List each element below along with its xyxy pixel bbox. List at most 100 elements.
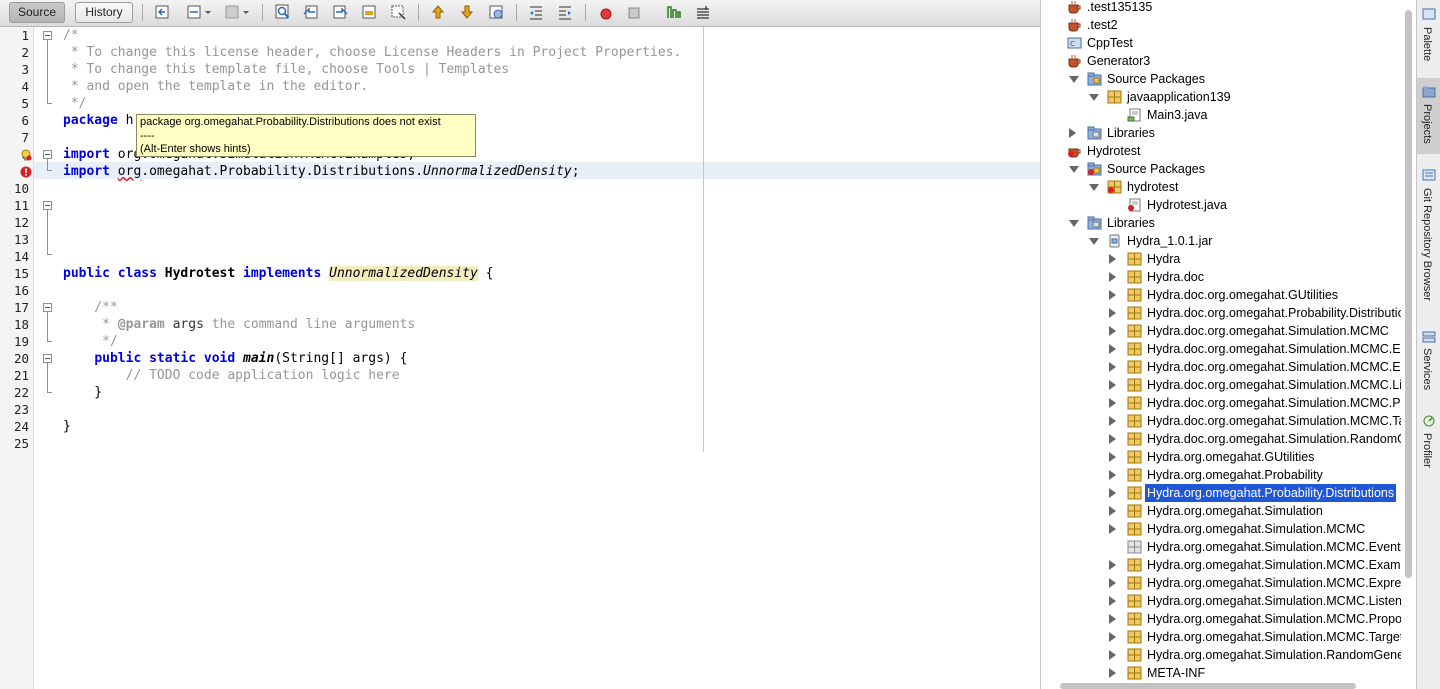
back-dropdown-icon[interactable] — [203, 3, 213, 21]
tree-node[interactable]: Main3.java — [1041, 106, 1401, 124]
toggle-bookmark-icon[interactable] — [487, 3, 505, 21]
expand-arrow-icon[interactable] — [1109, 362, 1116, 372]
code-line-9[interactable]: import org.omegahat.Probability.Distribu… — [63, 163, 580, 180]
expand-arrow-icon[interactable] — [1109, 578, 1116, 588]
profiler-side-tab[interactable]: Profiler — [1417, 412, 1440, 476]
tree-node[interactable]: Libraries — [1041, 124, 1401, 142]
projects-vertical-scrollbar[interactable] — [1402, 0, 1416, 689]
tree-node[interactable]: Hydra.org.omegahat.Simulation.MCMC — [1041, 520, 1401, 538]
tree-node[interactable]: Hydra.org.omegahat.Simulation.RandomGene… — [1041, 646, 1401, 664]
expand-arrow-icon[interactable] — [1109, 272, 1116, 282]
tree-node[interactable]: Source Packages — [1041, 160, 1401, 178]
tree-node[interactable]: Hydra.org.omegahat.Simulation — [1041, 502, 1401, 520]
code-line-22[interactable]: } — [63, 384, 102, 401]
history-tab-button[interactable]: History — [75, 2, 133, 23]
expand-arrow-icon[interactable] — [1109, 488, 1116, 498]
code-line-21[interactable]: // TODO code application logic here — [63, 367, 400, 384]
git-repository-browser-side-tab[interactable]: Git Repository Browser — [1417, 163, 1440, 311]
tree-node[interactable]: Libraries — [1041, 214, 1401, 232]
code-line-15[interactable]: public class Hydrotest implements Unnorm… — [63, 265, 494, 282]
stop-macro-icon[interactable] — [625, 3, 643, 21]
code-line-4[interactable]: * and open the template in the editor. — [63, 78, 368, 95]
services-side-tab[interactable]: Services — [1417, 326, 1440, 398]
expand-arrow-icon[interactable] — [1109, 308, 1116, 318]
tree-node[interactable]: Hydra.doc.org.omegahat.Simulation.MCMC.L… — [1041, 376, 1401, 394]
tree-node[interactable]: .test135135 — [1041, 0, 1401, 16]
tree-node[interactable]: Hydra.org.omegahat.Simulation.MCMC.Targe… — [1041, 628, 1401, 646]
tree-node[interactable]: Hydra.org.omegahat.Simulation.MCMC.Propo… — [1041, 610, 1401, 628]
tree-node[interactable]: Hydra.doc.org.omegahat.Probability.Distr… — [1041, 304, 1401, 322]
scrollbar-thumb[interactable] — [1405, 10, 1412, 578]
collapse-arrow-icon[interactable] — [1089, 184, 1099, 191]
tree-node[interactable]: Hydra.doc.org.omegahat.Simulation.MCMC — [1041, 322, 1401, 340]
diff-icon[interactable] — [694, 3, 712, 21]
find-icon[interactable] — [274, 3, 292, 21]
palette-side-tab[interactable]: Palette — [1417, 0, 1440, 70]
collapse-arrow-icon[interactable] — [1069, 220, 1079, 227]
back-icon[interactable] — [185, 3, 203, 21]
previous-bookmark-icon[interactable] — [429, 3, 447, 21]
tree-node[interactable]: Hydra.doc.org.omegahat.Simulation.MCMC.E… — [1041, 358, 1401, 376]
projects-panel[interactable]: .test135135 .test2 C CppTest Generator3 Sourc… — [1040, 0, 1401, 689]
expand-arrow-icon[interactable] — [1109, 668, 1116, 678]
tree-node[interactable]: Hydrotest — [1041, 142, 1401, 160]
code-line-1[interactable]: /* — [63, 27, 79, 44]
expand-arrow-icon[interactable] — [1109, 560, 1116, 570]
code-line-20[interactable]: public static void main(String[] args) { — [63, 350, 407, 367]
tree-node[interactable]: Hydra.doc.org.omegahat.GUtilities — [1041, 286, 1401, 304]
projects-side-tab[interactable]: Projects — [1417, 78, 1440, 154]
tree-node[interactable]: Hydra.doc.org.omegahat.Simulation.Random… — [1041, 430, 1401, 448]
expand-arrow-icon[interactable] — [1109, 470, 1116, 480]
tree-node[interactable]: Hydra.org.omegahat.Simulation.MCMC.Expre… — [1041, 574, 1401, 592]
collapse-arrow-icon[interactable] — [1069, 76, 1079, 83]
last-edit-icon[interactable] — [153, 3, 171, 21]
find-next-icon[interactable] — [331, 3, 349, 21]
tree-node[interactable]: Hydra.doc.org.omegahat.Simulation.MCMC.T… — [1041, 412, 1401, 430]
tree-node[interactable]: hydrotest — [1041, 178, 1401, 196]
find-previous-icon[interactable] — [302, 3, 320, 21]
tree-node[interactable]: Hydra.org.omegahat.Simulation.MCMC.Examp… — [1041, 556, 1401, 574]
tree-node[interactable]: Hydrotest.java — [1041, 196, 1401, 214]
expand-arrow-icon[interactable] — [1069, 128, 1076, 138]
tree-node[interactable]: Hydra.org.omegahat.Simulation.MCMC.Event… — [1041, 538, 1401, 556]
code-line-17[interactable]: /** — [63, 299, 118, 316]
expand-arrow-icon[interactable] — [1109, 380, 1116, 390]
expand-arrow-icon[interactable] — [1109, 524, 1116, 534]
fold-toggle-icon[interactable] — [43, 31, 52, 40]
code-line-19[interactable]: */ — [63, 333, 118, 350]
expand-arrow-icon[interactable] — [1109, 344, 1116, 354]
expand-arrow-icon[interactable] — [1109, 416, 1116, 426]
expand-arrow-icon[interactable] — [1109, 254, 1116, 264]
expand-arrow-icon[interactable] — [1109, 614, 1116, 624]
collapse-arrow-icon[interactable] — [1069, 166, 1079, 173]
fold-toggle-icon[interactable] — [43, 201, 52, 210]
collapse-arrow-icon[interactable] — [1089, 238, 1099, 245]
error-token[interactable]: org — [118, 164, 141, 179]
expand-arrow-icon[interactable] — [1109, 506, 1116, 516]
fold-toggle-icon[interactable] — [43, 354, 52, 363]
expand-arrow-icon[interactable] — [1109, 326, 1116, 336]
code-editor[interactable]: Source History 1234567891011121314151617… — [0, 0, 1040, 689]
expand-arrow-icon[interactable] — [1109, 650, 1116, 660]
tree-node[interactable]: Hydra.doc — [1041, 268, 1401, 286]
source-tab-button[interactable]: Source — [9, 2, 65, 23]
tree-node[interactable]: javaapplication139 — [1041, 88, 1401, 106]
toggle-highlight-icon[interactable] — [360, 3, 378, 21]
code-line-24[interactable]: } — [63, 418, 71, 435]
fold-toggle-icon[interactable] — [43, 150, 52, 159]
next-bookmark-icon[interactable] — [458, 3, 476, 21]
tree-node[interactable]: Hydra — [1041, 250, 1401, 268]
projects-horizontal-scrollbar[interactable] — [1060, 683, 1356, 689]
record-macro-icon[interactable] — [597, 3, 615, 21]
expand-arrow-icon[interactable] — [1109, 290, 1116, 300]
shift-right-icon[interactable] — [556, 3, 574, 21]
tree-node[interactable]: Hydra.org.omegahat.Simulation.MCMC.Liste… — [1041, 592, 1401, 610]
code-line-18[interactable]: * @param args the command line arguments — [63, 316, 415, 333]
expand-arrow-icon[interactable] — [1109, 632, 1116, 642]
expand-arrow-icon[interactable] — [1109, 434, 1116, 444]
hint-bulb-warning-icon[interactable] — [20, 149, 32, 161]
code-line-5[interactable]: */ — [63, 95, 87, 112]
tree-node[interactable]: META-INF — [1041, 664, 1401, 682]
code-line-3[interactable]: * To change this template file, choose T… — [63, 61, 509, 78]
start-pattern-icon[interactable] — [665, 3, 683, 21]
